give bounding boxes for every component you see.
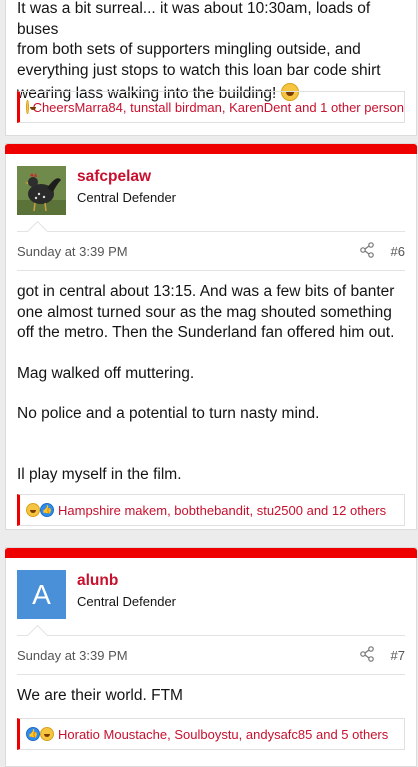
post-date-link[interactable]: Sunday at 3:39 PM: [17, 648, 128, 663]
post-card: safcpelaw Central Defender Sunday at 3:3…: [5, 143, 417, 530]
laugh-emoji-icon: [26, 100, 35, 114]
post-meta: Sunday at 3:39 PM #6: [17, 242, 405, 262]
share-icon[interactable]: [359, 646, 375, 662]
username-link[interactable]: safcpelaw: [77, 168, 151, 186]
post-paragraph: got in central about 13:15. And was a fe…: [17, 283, 395, 341]
post-user-row: safcpelaw Central Defender: [17, 166, 405, 218]
avatar-pointer: [26, 220, 49, 243]
post-number-link[interactable]: #6: [391, 244, 405, 259]
post-meta: Sunday at 3:39 PM #7: [17, 646, 405, 666]
share-icon[interactable]: [359, 242, 375, 258]
post-paragraph: We are their world. FTM: [17, 687, 183, 704]
post-body: We are their world. FTM: [17, 686, 408, 707]
reaction-names-link[interactable]: CheersMarra84, tunstall birdman, KarenDe…: [33, 100, 404, 115]
post-card: It was a bit surreal... it was about 10:…: [5, 0, 417, 136]
post-paragraph: Mag walked off muttering.: [17, 364, 195, 382]
post-date-link[interactable]: Sunday at 3:39 PM: [17, 244, 128, 259]
divider: [17, 674, 405, 675]
post-accent-bar: [5, 548, 417, 558]
reaction-names-link[interactable]: Hampshire makem, bobthebandit, stu2500 a…: [58, 503, 386, 518]
divider: [17, 231, 405, 232]
post-body: got in central about 13:15. And was a fe…: [17, 282, 408, 485]
divider: [17, 270, 405, 271]
letter-avatar[interactable]: A: [17, 570, 66, 619]
like-emoji-icon: 👍: [26, 727, 40, 741]
post-paragraph: No police and a potential to turn nasty …: [17, 405, 320, 422]
avatar-pointer: [26, 624, 49, 647]
post-paragraph: Il play myself in the film.: [17, 465, 182, 483]
post-card: A alunb Central Defender Sunday at 3:39 …: [5, 547, 417, 767]
post-accent-bar: [5, 144, 417, 154]
post-body-line: from both sets of supporters mingling ou…: [17, 41, 361, 58]
post-body-line: It was a bit surreal... it was about 10:…: [17, 0, 371, 38]
reactions-bar[interactable]: 👍 Horatio Moustache, Soulboystu, andysaf…: [17, 718, 405, 750]
user-title: Central Defender: [77, 190, 176, 205]
username-link[interactable]: alunb: [77, 572, 118, 590]
post-user-row: A alunb Central Defender: [17, 570, 405, 622]
divider: [17, 635, 405, 636]
reactions-bar[interactable]: 👍 Hampshire makem, bobthebandit, stu2500…: [17, 494, 405, 526]
post-number-link[interactable]: #7: [391, 648, 405, 663]
post-body-line: everything just stops to watch this loan…: [17, 61, 381, 79]
rooster-avatar-icon[interactable]: [17, 166, 66, 215]
reactions-bar[interactable]: CheersMarra84, tunstall birdman, KarenDe…: [17, 91, 405, 123]
like-emoji-icon: 👍: [40, 503, 54, 517]
laugh-emoji-icon: [40, 727, 54, 741]
post-body: It was a bit surreal... it was about 10:…: [17, 0, 408, 105]
reaction-names-link[interactable]: Horatio Moustache, Soulboystu, andysafc8…: [58, 727, 388, 742]
user-title: Central Defender: [77, 594, 176, 609]
laugh-emoji-icon: [26, 503, 40, 517]
